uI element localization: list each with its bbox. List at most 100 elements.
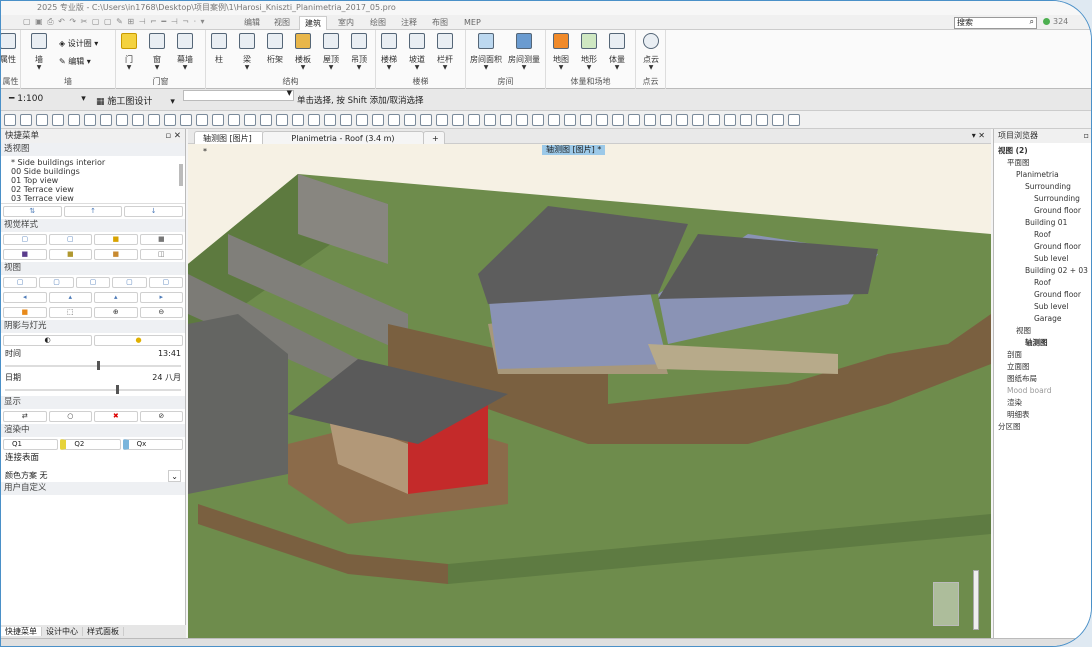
tool-icon[interactable] [244, 114, 256, 126]
tool-icon[interactable] [308, 114, 320, 126]
tool-icon[interactable] [740, 114, 752, 126]
wall-button[interactable]: 墙 ▼ [26, 33, 52, 71]
display-delete-button[interactable]: ✖ [94, 411, 138, 422]
navigation-cube[interactable] [933, 582, 959, 626]
tool-icon[interactable] [356, 114, 368, 126]
ceiling-button[interactable]: 吊顶 ▼ [346, 33, 372, 71]
quality-q2-button[interactable]: Q2 [60, 439, 121, 450]
tool-icon[interactable] [212, 114, 224, 126]
search-input[interactable]: 搜索 ⌕ [954, 17, 1037, 29]
tree-item[interactable]: 立面图 [994, 361, 1091, 373]
tool-icon[interactable] [596, 114, 608, 126]
tool-icon[interactable] [756, 114, 768, 126]
tool-icon[interactable] [68, 114, 80, 126]
tool-icon[interactable] [116, 114, 128, 126]
tab-design-center[interactable]: 设计中心 [42, 627, 83, 636]
3d-viewport[interactable]: 轴测图 [图片] * Planimetria - Roof (3.4 m) + … [188, 129, 991, 638]
new-tab-button[interactable]: + [423, 131, 445, 144]
tool-icon[interactable] [724, 114, 736, 126]
stair-button[interactable]: 楼梯 ▼ [376, 33, 402, 71]
tree-item[interactable]: Ground floor [994, 289, 1091, 301]
wireframe-style-button[interactable]: ▢ [3, 234, 47, 245]
tree-item[interactable]: 渲染 [994, 397, 1091, 409]
tool-icon[interactable] [516, 114, 528, 126]
tool-icon[interactable] [484, 114, 496, 126]
view-right-button[interactable]: ▢ [112, 277, 147, 288]
gray-style-button[interactable]: ■ [139, 234, 183, 245]
tool-icon[interactable] [388, 114, 400, 126]
tree-item[interactable]: 剖面 [994, 349, 1091, 361]
iso-se-button[interactable]: ▴ [48, 292, 92, 303]
dropdown-arrow-icon[interactable]: ▼ [287, 89, 292, 97]
tree-item[interactable]: Ground floor [994, 241, 1091, 253]
tree-item[interactable]: Roof [994, 277, 1091, 289]
tree-item[interactable]: Planimetria [994, 169, 1091, 181]
tool-icon[interactable] [4, 114, 16, 126]
tool-icon[interactable] [52, 114, 64, 126]
curtain-wall-button[interactable]: 幕墙 ▼ [172, 33, 198, 71]
tool-icon[interactable] [788, 114, 800, 126]
tab-style-panel[interactable]: 样式面板 [83, 627, 124, 636]
tab-edit[interactable]: 编辑 [239, 16, 265, 30]
iso-ne-button[interactable]: ▴ [94, 292, 138, 303]
tool-icon[interactable] [580, 114, 592, 126]
tree-item[interactable]: 轴测图 [994, 337, 1091, 349]
perspective-list[interactable]: * Side buildings interior 00 Side buildi… [1, 156, 185, 204]
truss-button[interactable]: 桁架 [262, 33, 288, 65]
light-toggle-button[interactable]: ● [94, 335, 183, 346]
quality-q1-button[interactable]: Q1 [3, 439, 59, 450]
close-icon[interactable]: ▫ ✕ [165, 129, 181, 143]
tree-item[interactable]: 平面图 [994, 157, 1091, 169]
list-item[interactable]: 00 Side buildings [11, 167, 175, 176]
list-item[interactable]: 01 Top view [11, 176, 175, 185]
tool-icon[interactable] [84, 114, 96, 126]
color-scheme-field[interactable]: 颜色方案 无 [5, 470, 48, 482]
tab-draw[interactable]: 绘图 [365, 16, 391, 30]
tool-icon[interactable] [468, 114, 480, 126]
tab-interior[interactable]: 室内 [333, 16, 359, 30]
tool-icon[interactable] [420, 114, 432, 126]
hidden-style-button[interactable]: ▢ [48, 234, 92, 245]
tool-icon[interactable] [628, 114, 640, 126]
tree-item[interactable]: Sub level [994, 253, 1091, 265]
tool-icon[interactable] [612, 114, 624, 126]
tree-item[interactable]: 视图 [994, 325, 1091, 337]
door-button[interactable]: 门 ▼ [116, 33, 142, 71]
zoom-slider[interactable] [973, 570, 979, 630]
zoom-extents-button[interactable]: ⬚ [48, 307, 92, 318]
color-style-button[interactable]: ■ [3, 249, 47, 260]
railing-button[interactable]: 栏杆 ▼ [432, 33, 458, 71]
viewport-menu-icon[interactable]: ▾ ✕ [972, 131, 985, 140]
tool-icon[interactable] [548, 114, 560, 126]
iso-nw-button[interactable]: ▸ [139, 292, 183, 303]
terrain-button[interactable]: 地形 ▼ [576, 33, 602, 71]
iso-sw-button[interactable]: ◂ [3, 292, 47, 303]
list-item[interactable]: 03 Terrace view [11, 194, 175, 203]
zoom-out-button[interactable]: ⊖ [139, 307, 183, 318]
tab-view[interactable]: 视图 [269, 16, 295, 30]
pin-icon[interactable]: ▫ [1084, 129, 1089, 143]
swap-button[interactable]: ⇅ [3, 206, 62, 217]
slider-thumb[interactable] [115, 385, 119, 394]
tool-icon[interactable] [660, 114, 672, 126]
tool-icon[interactable] [452, 114, 464, 126]
tree-item[interactable]: Sub level [994, 301, 1091, 313]
tool-icon[interactable] [228, 114, 240, 126]
layer-input[interactable]: ▼ [183, 89, 294, 101]
tree-item[interactable]: Mood board [994, 385, 1091, 397]
tree-item[interactable]: Surrounding [994, 181, 1091, 193]
shadow-toggle-button[interactable]: ◐ [3, 335, 92, 346]
sketch-style-button[interactable]: ◫ [139, 249, 183, 260]
view-front-button[interactable]: ▢ [3, 277, 38, 288]
chevron-down-icon[interactable]: ⌄ [168, 470, 181, 482]
move-up-button[interactable]: ↑ [63, 206, 123, 217]
tree-item[interactable]: 明细表 [994, 409, 1091, 421]
design-mode-select[interactable]: ▦ 施工图设计 ▾ [96, 94, 175, 107]
view-top-button[interactable]: ▢ [148, 277, 184, 288]
list-item[interactable]: 02 Terrace view [11, 185, 175, 194]
room-area-button[interactable]: 房间面积 ▼ [468, 33, 504, 71]
tree-item[interactable]: 视图 (2) [994, 145, 1091, 157]
tool-icon[interactable] [340, 114, 352, 126]
move-down-button[interactable]: ↓ [124, 206, 184, 217]
tree-item[interactable]: Building 01 [994, 217, 1091, 229]
